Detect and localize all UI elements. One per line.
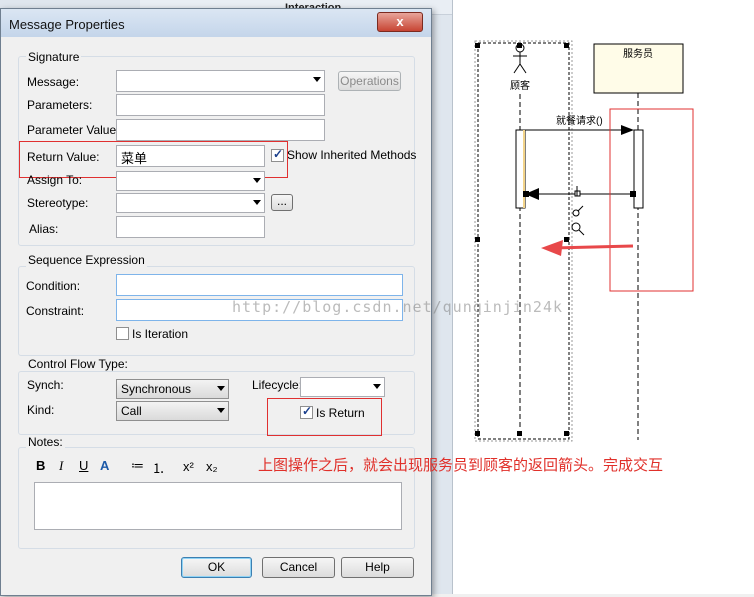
kind-value: Call xyxy=(121,404,142,418)
chevron-down-icon xyxy=(253,178,261,183)
underline-button[interactable]: U xyxy=(79,458,88,473)
numbered-list-button[interactable]: ⒈ xyxy=(152,458,165,477)
sequence-group-label: Sequence Expression xyxy=(26,253,147,267)
kind-label: Kind: xyxy=(27,403,55,417)
object-label: 服务员 xyxy=(623,47,653,60)
message-label: Message: xyxy=(27,75,80,89)
actor-selection-box xyxy=(477,42,570,440)
parameters-field[interactable] xyxy=(116,94,325,116)
constraint-label: Constraint: xyxy=(26,304,85,318)
message-label: 就餐请求() xyxy=(556,114,603,127)
alias-field[interactable] xyxy=(116,216,265,238)
condition-label: Condition: xyxy=(26,279,81,293)
help-button[interactable]: Help xyxy=(341,557,414,578)
is-iteration-label: Is Iteration xyxy=(132,327,189,341)
message-combo[interactable] xyxy=(116,70,325,92)
highlight-box-object xyxy=(609,108,694,292)
parameter-values-field[interactable] xyxy=(116,119,325,141)
close-button[interactable]: x xyxy=(377,12,423,32)
annotation-text: 上图操作之后，就会出现服务员到顾客的返回箭头。完成交互 xyxy=(258,457,664,474)
notes-textarea[interactable] xyxy=(34,482,402,530)
bold-button[interactable]: B xyxy=(36,458,45,473)
watermark-text: http://blog.csdn.net/qunqinjin24k xyxy=(232,298,564,316)
selection-handles xyxy=(475,43,569,436)
red-annotation-arrow xyxy=(541,240,634,256)
actor-label: 顾客 xyxy=(510,79,530,92)
parameters-label: Parameters: xyxy=(27,98,93,112)
alias-label: Alias: xyxy=(29,222,59,236)
notes-group-label: Notes: xyxy=(26,435,65,449)
subscript-button[interactable]: x₂ xyxy=(206,459,218,474)
chevron-down-icon xyxy=(373,384,381,389)
synch-value: Synchronous xyxy=(121,382,192,396)
lifecycle-combo[interactable] xyxy=(300,377,385,397)
kind-select[interactable]: Call xyxy=(116,401,229,421)
synch-select[interactable]: Synchronous xyxy=(116,379,229,399)
cancel-button[interactable]: Cancel xyxy=(262,557,335,578)
signature-group-label: Signature xyxy=(26,50,82,64)
bullet-list-button[interactable]: ≔ xyxy=(131,458,144,474)
search-icon xyxy=(571,222,585,236)
operations-button[interactable]: Operations xyxy=(338,71,401,91)
chevron-down-icon xyxy=(217,386,225,391)
ok-button[interactable]: OK xyxy=(181,557,252,578)
control-flow-group-label: Control Flow Type: xyxy=(26,357,130,371)
diagram-canvas[interactable]: 顾客 服务员 就餐请求() xyxy=(452,0,754,594)
actor-icon xyxy=(513,43,527,74)
title-bar: Message Properties x xyxy=(1,9,431,37)
stereotype-label: Stereotype: xyxy=(27,196,89,210)
italic-button[interactable]: I xyxy=(59,458,63,474)
chevron-down-icon xyxy=(217,408,225,413)
assign-to-label: Assign To: xyxy=(27,173,83,187)
chevron-down-icon xyxy=(313,77,321,82)
font-color-button[interactable]: A xyxy=(100,458,109,473)
condition-field[interactable] xyxy=(116,274,403,296)
dialog-title: Message Properties xyxy=(9,17,125,32)
is-return-highlight xyxy=(267,398,382,436)
show-inherited-label: Show Inherited Methods xyxy=(287,148,417,162)
stereotype-combo[interactable] xyxy=(116,193,265,213)
assign-to-combo[interactable] xyxy=(116,171,265,191)
parameter-values-label: Parameter Values: xyxy=(27,123,126,137)
superscript-button[interactable]: x² xyxy=(183,459,194,474)
chevron-down-icon xyxy=(253,200,261,205)
stereotype-browse-button[interactable]: ... xyxy=(271,194,293,211)
is-iteration-checkbox[interactable] xyxy=(116,327,129,340)
sequence-diagram: 顾客 服务员 就餐请求() xyxy=(474,40,694,442)
synch-label: Synch: xyxy=(27,378,64,392)
lifecycle-label: Lifecycle: xyxy=(252,378,303,392)
link-icon xyxy=(572,205,584,217)
